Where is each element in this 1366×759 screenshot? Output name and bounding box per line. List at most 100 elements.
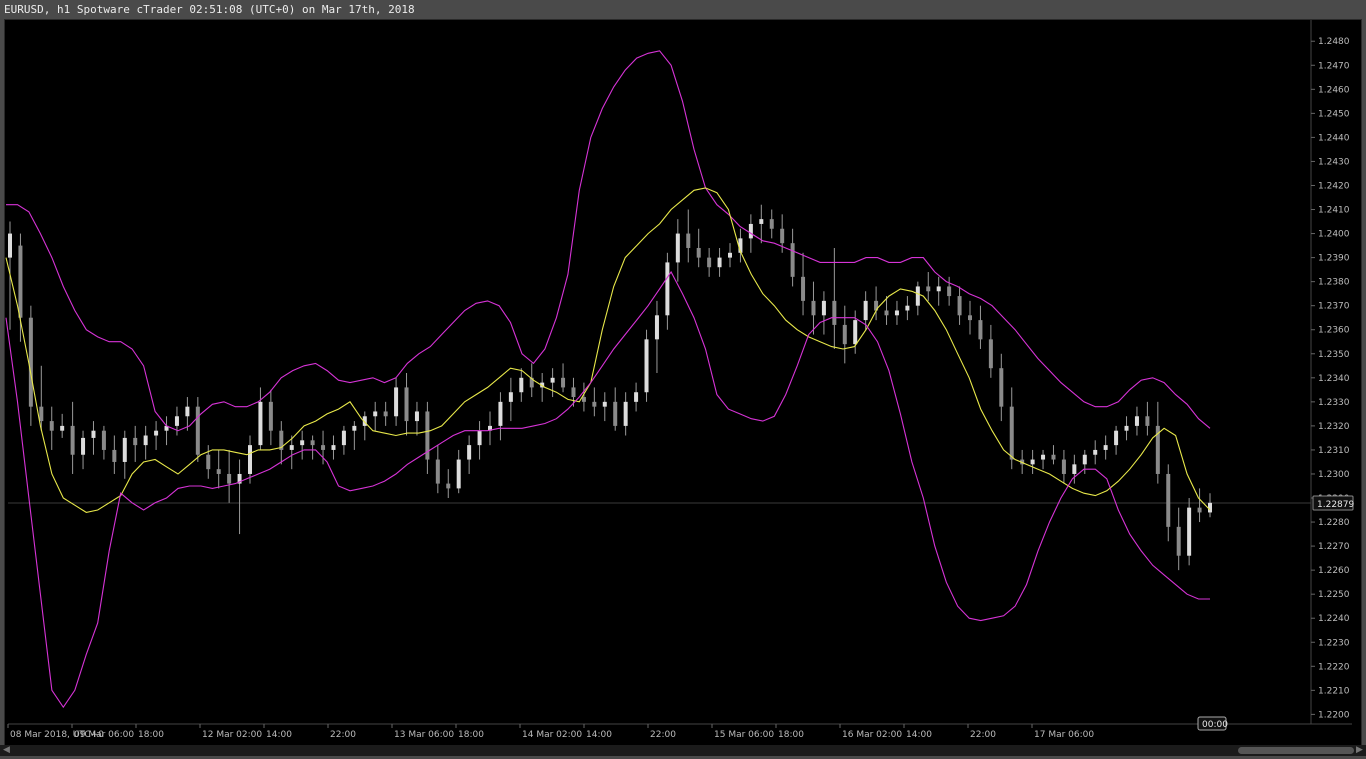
candle-body [519, 377, 524, 393]
candle-body [665, 262, 670, 316]
y-tick-label: 1.2250 [1318, 590, 1350, 600]
candle-body [446, 483, 451, 489]
candle-body [352, 425, 357, 431]
scroll-thumb[interactable] [1238, 747, 1354, 754]
y-tick-label: 1.2280 [1318, 518, 1350, 528]
candle-body [915, 286, 920, 306]
candle-body [49, 421, 54, 431]
horizontal-scrollbar[interactable]: ◀ ▶ [0, 745, 1366, 756]
candle-body [1134, 416, 1139, 426]
y-tick-label: 1.2260 [1318, 566, 1350, 576]
candle-body [91, 430, 96, 438]
candle-body [613, 401, 618, 426]
x-tick-label: 22:00 [970, 730, 996, 740]
y-tick-label: 1.2200 [1318, 710, 1350, 720]
candle-body [926, 286, 931, 292]
time-marker-label: 00:00 [1202, 720, 1228, 730]
y-tick-label: 1.2400 [1318, 230, 1350, 240]
candle-body [498, 401, 503, 426]
candle-body [947, 286, 952, 297]
candle-body [404, 387, 409, 422]
candle-body [70, 425, 75, 455]
x-tick-label: 14:00 [906, 730, 932, 740]
candle-body [206, 454, 211, 470]
candle-body [1208, 502, 1212, 513]
scroll-right-icon[interactable]: ▶ [1356, 745, 1363, 756]
x-tick-label: 18:00 [138, 730, 164, 740]
y-tick-label: 1.2360 [1318, 326, 1350, 336]
candle-body [1051, 454, 1056, 460]
candle-body [508, 392, 513, 402]
x-tick-label: 22:00 [650, 730, 676, 740]
candle-body [435, 459, 440, 484]
y-tick-label: 1.2270 [1318, 542, 1350, 552]
candle-body [1093, 449, 1098, 455]
candle-body [602, 401, 607, 407]
candle-body [842, 324, 847, 345]
x-tick-label: 14 Mar 02:00 [522, 730, 582, 740]
candle-body [216, 469, 221, 474]
scroll-left-icon[interactable]: ◀ [3, 745, 10, 756]
candle-body [759, 219, 764, 224]
y-tick-label: 1.2370 [1318, 302, 1350, 312]
x-tick-label: 17 Mar 06:00 [1034, 730, 1094, 740]
x-tick-label: 12 Mar 02:00 [202, 730, 262, 740]
candle-body [373, 411, 378, 417]
candle-body [456, 459, 461, 489]
x-tick-label: 14:00 [266, 730, 292, 740]
candle-body [289, 445, 294, 450]
candle-body [728, 252, 732, 258]
y-tick-label: 1.2220 [1318, 662, 1350, 672]
y-tick-label: 1.2440 [1318, 133, 1350, 143]
candle-body [248, 445, 252, 474]
candle-body [321, 445, 326, 450]
candle-body [310, 440, 315, 446]
candle-body [122, 437, 127, 462]
candle-body [467, 445, 472, 460]
candle-body [988, 339, 993, 369]
candle-body [780, 228, 785, 244]
axes-layer: 1.2480 1.2470 1.2460 1.2450 1.2440 1.2430 1.24… [7, 20, 1354, 740]
x-tick-label: 15 Mar 06:00 [714, 730, 774, 740]
candle-body [644, 339, 649, 393]
x-tick-label: 13 Mar 06:00 [394, 730, 454, 740]
candle-body [1103, 445, 1108, 450]
bollinger-lower-line [5, 270, 1210, 709]
candle-body [978, 320, 983, 340]
candle-body [550, 377, 555, 383]
candle-body [8, 233, 12, 258]
x-tick-label: 09 Mar 06:00 [74, 730, 134, 740]
y-tick-label: 1.2350 [1318, 350, 1350, 360]
candle-body [821, 300, 826, 316]
y-tick-label: 1.2390 [1318, 254, 1350, 264]
y-tick-label: 1.2450 [1318, 109, 1350, 119]
candle-body [957, 296, 962, 316]
y-tick-label: 1.2330 [1318, 398, 1350, 408]
bollinger-upper-line [6, 50, 1211, 432]
candle-body [268, 401, 273, 431]
candle-body [414, 411, 419, 422]
candle-body [227, 473, 232, 484]
x-tick-label: 14:00 [586, 730, 612, 740]
candle-body [748, 223, 753, 239]
candle-body [654, 315, 659, 340]
candle-body [686, 233, 691, 248]
candle-body [1166, 473, 1171, 527]
y-tick-label: 1.2320 [1318, 422, 1350, 432]
candle-body [790, 243, 795, 277]
candle-body [1124, 425, 1129, 431]
candle-body [195, 406, 200, 455]
candle-body [1041, 454, 1046, 460]
candle-body [394, 387, 399, 417]
candle-body [884, 310, 889, 316]
price-chart[interactable]: 1.2480 1.2470 1.2460 1.2450 1.2440 1.2430 1.24… [0, 0, 1366, 745]
candle-body [581, 397, 586, 402]
candle-body [968, 315, 972, 321]
candle-body [801, 276, 806, 301]
y-tick-label: 1.2470 [1318, 61, 1350, 71]
x-tick-label: 18:00 [778, 730, 804, 740]
candle-body [936, 286, 941, 292]
candle-body [101, 430, 106, 450]
y-tick-label: 1.2300 [1318, 470, 1350, 480]
candle-body [477, 430, 482, 446]
